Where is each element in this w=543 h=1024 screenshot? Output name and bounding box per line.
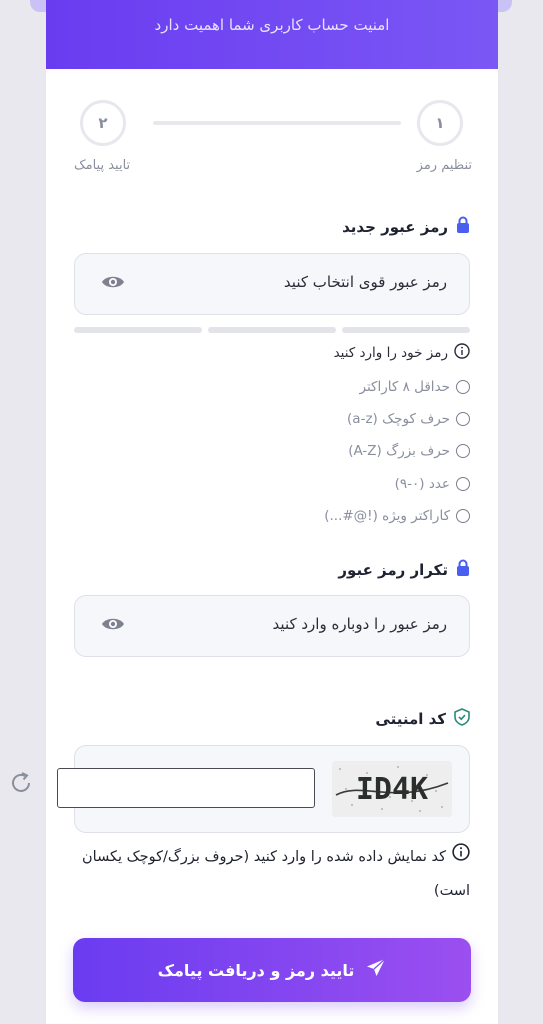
step-1-circle: ۱ bbox=[417, 100, 463, 146]
requirement-length: حداقل ۸ کاراکتر bbox=[360, 379, 470, 395]
submit-button[interactable]: تایید رمز و دریافت پیامک bbox=[73, 938, 471, 1002]
lock-icon bbox=[456, 216, 470, 238]
info-icon bbox=[454, 343, 470, 363]
requirement-digit: عدد (۰-۹) bbox=[395, 476, 470, 492]
confirm-password-placeholder: رمز عبور را دوباره وارد کنید bbox=[272, 615, 447, 633]
requirement-text: حداقل ۸ کاراکتر bbox=[359, 379, 450, 395]
new-password-title-text: رمز عبور جدید bbox=[342, 218, 448, 236]
card-header: امنیت حساب کاربری شما اهمیت دارد bbox=[46, 0, 498, 69]
password-hint: رمز خود را وارد کنید bbox=[334, 343, 470, 363]
requirement-text: کاراکتر ویژه (!@#...) bbox=[324, 508, 450, 524]
requirement-text: عدد (۰-۹) bbox=[394, 476, 450, 492]
requirement-radio bbox=[456, 380, 470, 394]
password-hint-text: رمز خود را وارد کنید bbox=[333, 345, 448, 361]
step-1-label: تنظیم رمز bbox=[416, 158, 472, 173]
confirm-password-title: تکرار رمز عبور bbox=[338, 559, 470, 581]
strength-bar-1 bbox=[342, 327, 470, 333]
stepper-line bbox=[153, 121, 401, 125]
refresh-icon bbox=[8, 772, 34, 800]
requirement-radio bbox=[456, 509, 470, 523]
captcha-input[interactable] bbox=[57, 768, 315, 808]
captcha-note-text: کد نمایش داده شده را وارد کنید (حروف بزر… bbox=[82, 849, 470, 899]
refresh-captcha-button[interactable] bbox=[8, 770, 34, 800]
requirement-special: کاراکتر ویژه (!@#...) bbox=[324, 508, 470, 524]
new-password-placeholder: رمز عبور قوی انتخاب کنید bbox=[283, 273, 447, 291]
shield-icon bbox=[454, 708, 470, 730]
requirement-radio bbox=[456, 444, 470, 458]
lock-icon bbox=[456, 559, 470, 581]
eye-icon[interactable] bbox=[101, 273, 125, 295]
requirement-radio bbox=[456, 412, 470, 426]
confirm-password-title-text: تکرار رمز عبور bbox=[338, 561, 448, 579]
requirement-uppercase: حرف بزرگ (A-Z) bbox=[348, 443, 470, 459]
step-2-label: تایید پیامک bbox=[74, 158, 131, 173]
new-password-input[interactable]: رمز عبور قوی انتخاب کنید bbox=[74, 253, 470, 315]
captcha-title-text: کد امنیتی bbox=[375, 710, 446, 728]
submit-label: تایید رمز و دریافت پیامک bbox=[157, 960, 355, 980]
requirement-text: حرف بزرگ (A-Z) bbox=[348, 443, 450, 459]
requirement-radio bbox=[456, 477, 470, 491]
confirm-password-input[interactable]: رمز عبور را دوباره وارد کنید bbox=[74, 595, 470, 657]
requirement-text: حرف کوچک (a-z) bbox=[347, 411, 450, 427]
info-icon bbox=[452, 840, 470, 874]
strength-bar-2 bbox=[208, 327, 336, 333]
requirement-lowercase: حرف کوچک (a-z) bbox=[347, 411, 470, 427]
step-2-circle: ۲ bbox=[80, 100, 126, 146]
send-icon bbox=[366, 958, 386, 982]
strength-bar-3 bbox=[74, 327, 202, 333]
password-card: امنیت حساب کاربری شما اهمیت دارد ۲ ۱ تای… bbox=[46, 0, 498, 1024]
eye-icon[interactable] bbox=[101, 615, 125, 637]
header-subtitle: امنیت حساب کاربری شما اهمیت دارد bbox=[154, 16, 390, 34]
captcha-title: کد امنیتی bbox=[375, 708, 470, 730]
new-password-title: رمز عبور جدید bbox=[342, 216, 470, 238]
captcha-note: کد نمایش داده شده را وارد کنید (حروف بزر… bbox=[74, 840, 470, 908]
captcha-image: ID4K bbox=[332, 761, 452, 817]
captcha-image-text: ID4K bbox=[356, 772, 428, 807]
